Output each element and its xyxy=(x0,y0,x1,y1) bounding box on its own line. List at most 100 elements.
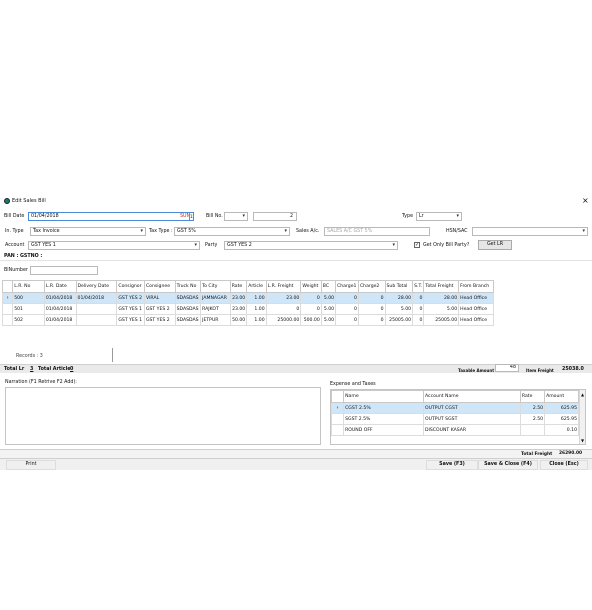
table-cell[interactable]: 01/04/2018 xyxy=(43,303,77,315)
table-row[interactable]: ROUND OFF DISCOUNT KASAR 0.10 xyxy=(331,424,579,436)
table-cell[interactable] xyxy=(75,314,118,326)
scroll-up-icon[interactable]: ▲ xyxy=(581,392,584,397)
column-header[interactable]: Name xyxy=(343,390,424,403)
column-header[interactable]: L.R. Freight xyxy=(265,280,302,293)
table-cell[interactable]: Head Office xyxy=(458,292,494,304)
bill-no-select[interactable]: ▾ xyxy=(224,212,248,221)
account-select[interactable]: GST YES 1 ▾ xyxy=(28,241,200,250)
table-cell[interactable]: 2.50 xyxy=(519,413,546,425)
table-row[interactable]: 502 01/04/2018 GST YES 1 GST YES 2 SDASDAS JE… xyxy=(1,314,494,326)
column-header[interactable]: Article xyxy=(246,280,267,293)
table-cell[interactable]: VIRAL xyxy=(143,292,176,304)
hsn-select[interactable]: ▾ xyxy=(472,227,588,236)
table-cell[interactable]: 502 xyxy=(12,314,45,326)
scroll-down-icon[interactable]: ▼ xyxy=(581,438,584,443)
column-header[interactable]: Total Freight xyxy=(423,280,460,293)
column-header[interactable]: From Branch xyxy=(458,280,494,293)
column-header[interactable]: Account Name xyxy=(423,390,521,403)
table-cell[interactable]: 25000.00 xyxy=(265,314,302,326)
table-cell[interactable]: 5.00 xyxy=(320,314,337,326)
table-cell[interactable]: 50.00 xyxy=(229,314,248,326)
sales-ac-input[interactable]: SALES A/C GST 5% xyxy=(324,227,430,236)
close-icon[interactable]: × xyxy=(582,196,589,205)
column-header[interactable]: L.R. No xyxy=(12,280,45,293)
column-header[interactable]: Consignor xyxy=(116,280,145,293)
table-cell[interactable]: 0 xyxy=(357,314,386,326)
column-header[interactable]: Rate xyxy=(519,390,546,403)
save-button[interactable]: Save (F3) xyxy=(426,460,478,470)
table-cell[interactable]: 25005.00 xyxy=(423,314,460,326)
table-cell[interactable]: 0 xyxy=(412,303,425,315)
table-cell[interactable]: 5.00 xyxy=(320,303,337,315)
table-cell[interactable]: OUTPUT CGST xyxy=(423,402,521,414)
splitter-handle[interactable] xyxy=(112,348,113,362)
table-cell[interactable]: GST YES 2 xyxy=(143,303,176,315)
table-cell[interactable]: 0 xyxy=(335,292,359,304)
column-header[interactable]: Truck No xyxy=(174,280,202,293)
table-cell[interactable] xyxy=(75,303,118,315)
column-header[interactable]: Consignee xyxy=(143,280,176,293)
table-cell[interactable]: 0 xyxy=(357,292,386,304)
bill-no-number-input[interactable]: 2 xyxy=(253,212,297,221)
get-lr-button[interactable]: Get LR xyxy=(478,240,512,250)
table-cell[interactable]: 01/04/2018 xyxy=(43,292,77,304)
expense-scrollbar[interactable]: ▲ ▼ xyxy=(579,390,585,444)
save-close-button[interactable]: Save & Close (F4) xyxy=(478,460,538,470)
column-header[interactable]: Charge1 xyxy=(335,280,359,293)
table-cell[interactable]: 1.00 xyxy=(246,314,267,326)
table-cell[interactable]: SDASDAS xyxy=(174,314,202,326)
close-button[interactable]: Close (Esc) xyxy=(540,460,588,470)
table-cell[interactable] xyxy=(519,424,546,436)
table-cell[interactable]: Head Office xyxy=(458,303,494,315)
table-cell[interactable]: 2.50 xyxy=(519,402,546,414)
table-cell[interactable]: 5.00 xyxy=(320,292,337,304)
tax-type-select[interactable]: GST 5% ▾ xyxy=(174,227,290,236)
table-cell[interactable]: Head Office xyxy=(458,314,494,326)
table-cell[interactable]: 625.95 xyxy=(544,402,579,414)
table-cell[interactable]: 23.00 xyxy=(265,292,302,304)
table-cell[interactable]: 0 xyxy=(300,303,322,315)
blnumber-input[interactable] xyxy=(30,266,98,275)
table-cell[interactable]: GST YES 2 xyxy=(143,314,176,326)
table-cell[interactable]: SDASDAS xyxy=(174,303,202,315)
table-cell[interactable]: DISCOUNT KASAR xyxy=(423,424,521,436)
column-header[interactable]: Delivery Date xyxy=(75,280,118,293)
table-row[interactable]: SGST 2.5% OUTPUT SGST 2.50 625.95 xyxy=(331,413,579,425)
column-header[interactable]: BC xyxy=(320,280,337,293)
table-cell[interactable]: 1.00 xyxy=(246,292,267,304)
column-header[interactable]: Amount xyxy=(544,390,579,403)
table-cell[interactable]: 23.00 xyxy=(229,292,248,304)
party-select[interactable]: GST YES 2 ▾ xyxy=(224,241,398,250)
table-cell[interactable]: 1.00 xyxy=(246,303,267,315)
bill-date-input[interactable]: 01/04/2018 SUN 15 xyxy=(28,212,194,221)
narration-textarea[interactable] xyxy=(5,387,321,445)
table-cell[interactable]: 01/04/2018 xyxy=(43,314,77,326)
calendar-icon[interactable]: 15 xyxy=(189,213,193,220)
table-cell[interactable]: JETPUR xyxy=(200,314,231,326)
table-cell[interactable]: 500 xyxy=(12,292,45,304)
table-row[interactable]: 501 01/04/2018 GST YES 1 GST YES 2 SDASDAS RA… xyxy=(1,303,494,315)
table-cell[interactable]: 0 xyxy=(335,303,359,315)
table-cell[interactable]: 5.00 xyxy=(384,303,414,315)
column-header[interactable]: L.R. Date xyxy=(43,280,77,293)
table-cell[interactable]: 01/04/2018 xyxy=(75,292,118,304)
table-cell[interactable]: 625.95 xyxy=(544,413,579,425)
table-row[interactable]: › 500 01/04/2018 01/04/2018 GST YES 2 VIRAL SD… xyxy=(1,292,494,304)
table-cell[interactable]: RAJKOT xyxy=(200,303,231,315)
table-cell[interactable]: 0 xyxy=(412,314,425,326)
column-header[interactable]: Rate xyxy=(229,280,248,293)
table-cell[interactable]: GST YES 1 xyxy=(116,303,145,315)
table-cell[interactable]: 23.00 xyxy=(229,303,248,315)
get-only-bill-party-checkbox[interactable]: ✓ xyxy=(414,242,420,248)
table-cell[interactable]: 0 xyxy=(265,303,302,315)
print-button[interactable]: Print xyxy=(6,460,56,470)
table-cell[interactable]: 5.00 xyxy=(423,303,460,315)
table-cell[interactable]: 28.00 xyxy=(384,292,414,304)
column-header[interactable]: To City xyxy=(200,280,231,293)
inv-type-select[interactable]: Tax Invoice ▾ xyxy=(30,227,146,236)
table-cell[interactable]: 25005.00 xyxy=(384,314,414,326)
column-header[interactable]: Weight xyxy=(300,280,322,293)
table-cell[interactable]: SDASDAS xyxy=(174,292,202,304)
table-cell[interactable]: 0 xyxy=(412,292,425,304)
table-cell[interactable]: 501 xyxy=(12,303,45,315)
